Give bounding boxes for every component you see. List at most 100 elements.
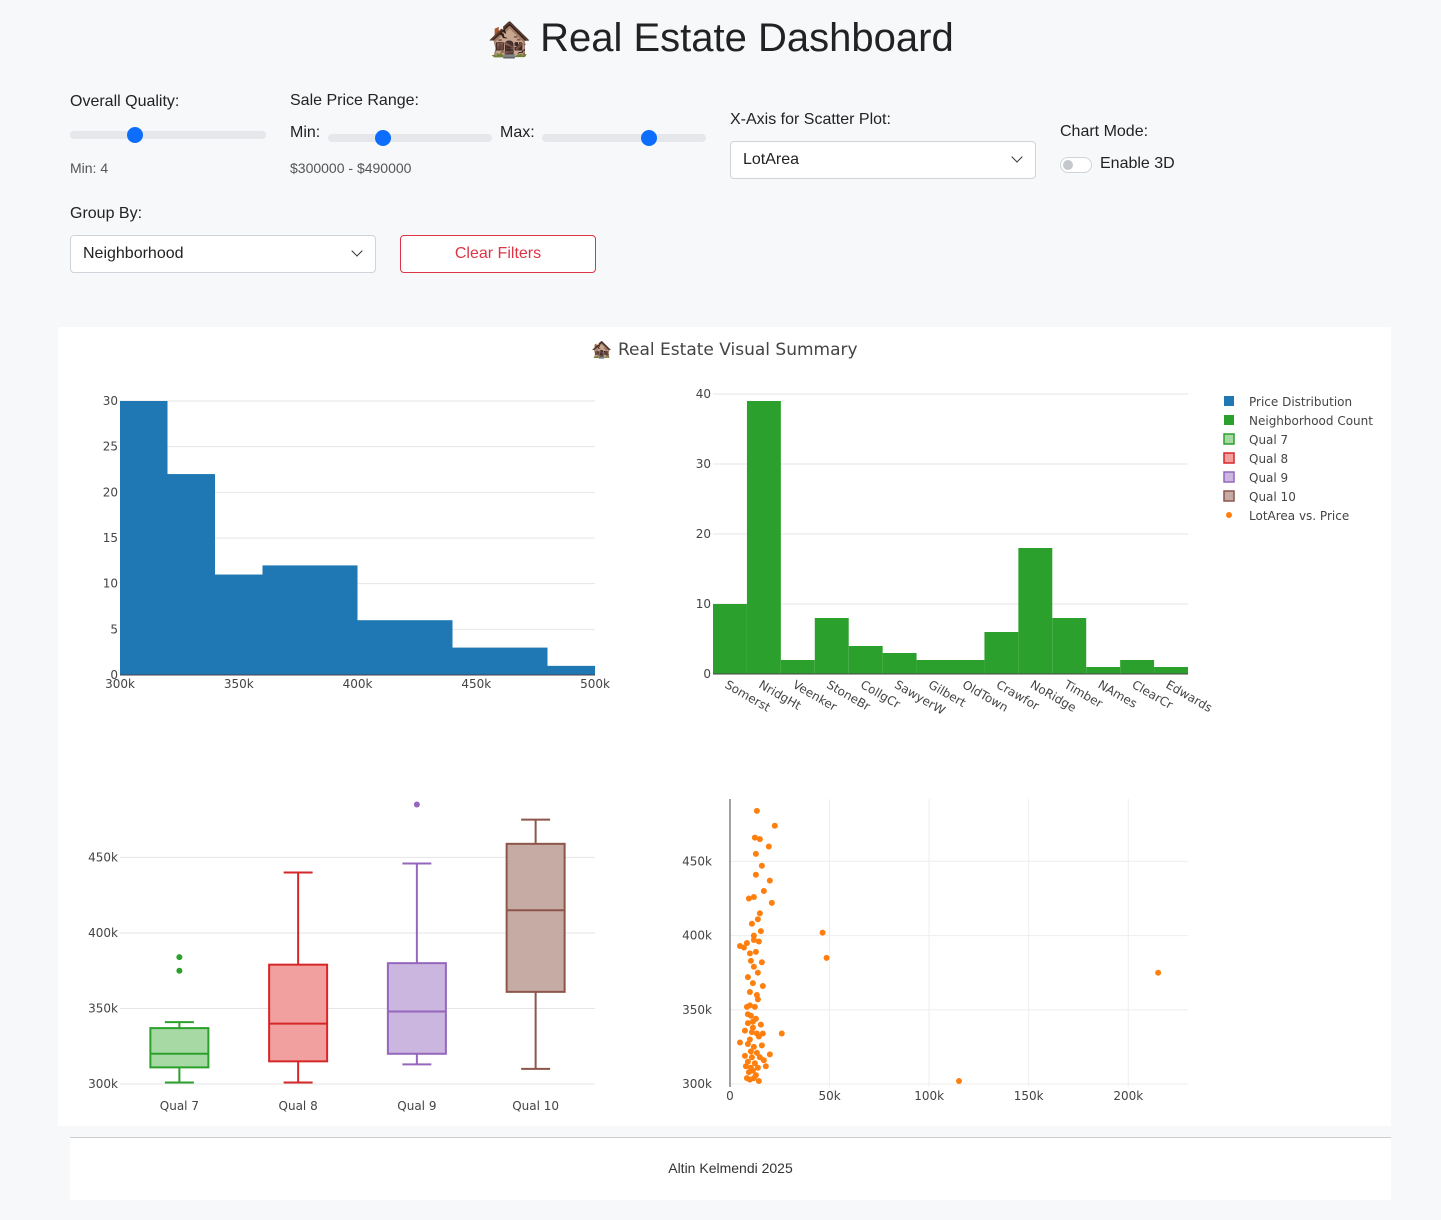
xaxis-label: X-Axis for Scatter Plot: [730, 111, 891, 128]
histogram-bar [357, 620, 405, 675]
scatter-point [956, 1078, 962, 1085]
scatter-point [1155, 969, 1162, 976]
scatter-point [740, 944, 747, 951]
scatter-point [754, 916, 761, 923]
y-tick-label: 350k [88, 1001, 118, 1015]
scatter-point [750, 963, 757, 970]
histogram-bar [405, 620, 453, 675]
scatter-point [736, 1039, 743, 1046]
y-tick-label: 10 [103, 577, 118, 591]
legend-label: LotArea vs. Price [1249, 509, 1349, 523]
x-tick-label: 150k [1014, 1089, 1044, 1103]
x-tick-label: Edwards [1164, 677, 1215, 715]
group-by-label: Group By: [70, 205, 143, 222]
price-range-value: $300000 - $490000 [290, 160, 412, 176]
scatter-point [768, 899, 775, 906]
neighborhood-bar [1086, 667, 1121, 674]
page-title: 🏚️ Real Estate Dashboard [0, 16, 1441, 61]
scatter-point [757, 928, 764, 935]
box-body [505, 842, 566, 993]
y-tick-label: 5 [110, 622, 118, 636]
visual-summary-panel: 🏚️ Real Estate Visual Summary 0 5 10 15 20 25… [58, 327, 1391, 1126]
neighborhood-bar [814, 618, 849, 674]
y-tick-label: 15 [103, 531, 118, 545]
xaxis-select[interactable]: LotArea [730, 141, 1036, 179]
legend-label: Price Distribution [1249, 395, 1352, 409]
scatter-point [760, 888, 767, 895]
legend-swatch [1223, 471, 1235, 483]
scatter-point [765, 843, 772, 850]
y-tick-label: 400k [682, 929, 712, 943]
scatter-point [823, 954, 830, 961]
enable-3d-label[interactable]: Enable 3D [1100, 155, 1175, 173]
histogram-bar [547, 665, 595, 675]
scatter-point [778, 1030, 785, 1037]
scatter-point [746, 1002, 753, 1009]
histogram-bar [310, 565, 358, 675]
chart-mode-label: Chart Mode: [1060, 123, 1149, 140]
scatter-point [752, 850, 759, 857]
neighborhood-bar [1154, 667, 1188, 674]
x-tick-label: 500k [580, 677, 610, 691]
neighborhood-bar [916, 660, 951, 674]
x-tick-label: Qual 8 [279, 1099, 318, 1113]
scatter-point [819, 929, 826, 936]
clear-filters-button[interactable]: Clear Filters [400, 235, 596, 273]
scatter-point [753, 807, 760, 814]
x-tick-label: 400k [343, 677, 373, 691]
legend-label: Qual 9 [1249, 471, 1288, 485]
scatter-point [741, 1027, 748, 1034]
scatter-point [759, 1030, 766, 1037]
x-tick-label: 350k [224, 677, 254, 691]
price-min-slider[interactable] [328, 130, 492, 146]
scatter-point [762, 1063, 769, 1070]
neighborhood-bar [746, 401, 781, 674]
scatter-point [750, 1075, 757, 1082]
scatter-point [756, 910, 763, 917]
histogram-bar [215, 574, 263, 675]
price-max-label: Max: [500, 124, 535, 141]
box-outlier [176, 967, 183, 974]
x-tick-label: Qual 9 [397, 1099, 436, 1113]
legend-swatch [1224, 396, 1234, 406]
neighborhood-bar [1052, 618, 1087, 674]
box-body [386, 962, 447, 1055]
neighborhood-bar [882, 653, 917, 674]
legend-swatch [1226, 512, 1232, 518]
x-tick-label: 50k [818, 1089, 840, 1103]
neighborhood-bar [1120, 660, 1155, 674]
enable-3d-toggle[interactable] [1060, 157, 1092, 173]
quality-label: Overall Quality: [70, 93, 180, 110]
price-max-slider[interactable] [542, 130, 706, 146]
x-tick-label: 450k [461, 677, 491, 691]
scatter-point [757, 1021, 764, 1028]
box-body [149, 1027, 210, 1069]
toggle-knob [1063, 160, 1073, 170]
chevron-down-icon [1011, 151, 1023, 163]
price-max-slider-handle[interactable] [640, 130, 657, 146]
x-tick-label: 0 [726, 1089, 734, 1103]
legend-label: Qual 10 [1249, 490, 1296, 504]
y-tick-label: 400k [88, 926, 118, 940]
scatter-point [746, 950, 753, 957]
price-min-slider-handle[interactable] [374, 130, 391, 146]
quality-slider[interactable] [70, 127, 266, 143]
xaxis-select-value: LotArea [743, 151, 800, 168]
histogram-bar [262, 565, 310, 675]
quality-slider-handle[interactable] [127, 127, 144, 143]
scatter-point [752, 948, 759, 955]
neighborhood-bar [780, 660, 815, 674]
y-tick-label: 20 [696, 527, 711, 541]
scatter-point [766, 877, 773, 884]
group-by-select[interactable]: Neighborhood [70, 235, 376, 273]
x-tick-label: 300k [105, 677, 135, 691]
histogram-bar [452, 647, 500, 675]
scatter-point [749, 980, 756, 987]
scatter-point [750, 893, 757, 900]
footer-text: Altin Kelmendi 2025 [668, 1160, 793, 1176]
price-range-label: Sale Price Range: [290, 92, 419, 109]
scatter-point [744, 1040, 751, 1047]
scatter-point [759, 983, 766, 990]
scatter-point [758, 862, 765, 869]
house-icon: 🏚️ [487, 18, 533, 59]
